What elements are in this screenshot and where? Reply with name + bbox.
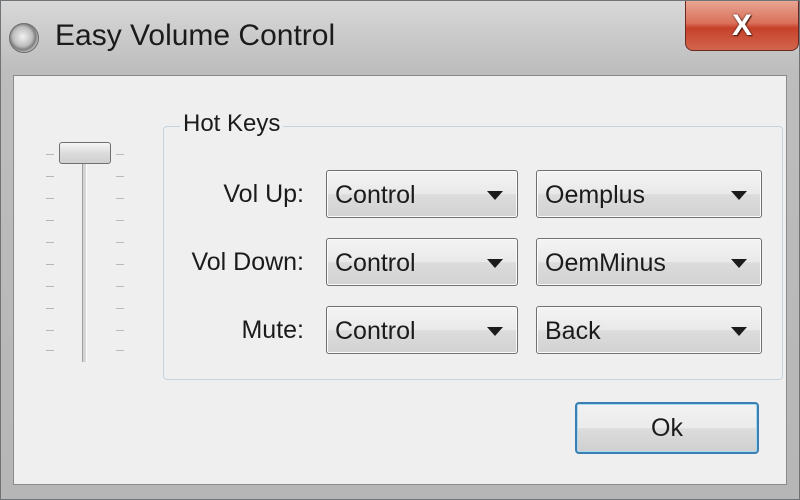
mute-key-value: Back — [545, 317, 601, 345]
vol-up-modifier-value: Control — [335, 181, 416, 209]
slider-tick — [46, 220, 54, 221]
app-window: Easy Volume Control X Hot Keys Vol Up: C… — [0, 0, 800, 500]
dropdown-arrow-icon — [731, 259, 747, 268]
close-icon: X — [731, 8, 752, 42]
slider-tick — [116, 308, 124, 309]
slider-tick — [46, 264, 54, 265]
dropdown-arrow-icon — [487, 327, 503, 336]
vol-up-key-value: Oemplus — [545, 181, 646, 209]
dropdown-arrow-icon — [487, 259, 503, 268]
mute-label: Mute: — [241, 316, 304, 344]
slider-tick — [46, 176, 54, 177]
hot-keys-group-label: Hot Keys — [180, 110, 284, 138]
slider-tick — [116, 286, 124, 287]
slider-tick — [46, 286, 54, 287]
mute-modifier-select[interactable]: Control — [326, 306, 518, 354]
vol-down-label: Vol Down: — [191, 248, 304, 276]
slider-tick — [46, 242, 54, 243]
slider-tick — [46, 308, 54, 309]
vol-up-modifier-select[interactable]: Control — [326, 170, 518, 218]
slider-tick — [116, 350, 124, 351]
slider-thumb[interactable] — [59, 142, 111, 164]
close-button[interactable]: X — [685, 1, 799, 51]
slider-tick — [116, 176, 124, 177]
window-title: Easy Volume Control — [55, 19, 336, 52]
slider-tick — [46, 330, 54, 331]
dialog-body: Hot Keys Vol Up: Control Oemplus Vol Dow… — [13, 75, 787, 485]
vol-down-modifier-value: Control — [335, 249, 416, 277]
slider-tick — [46, 350, 54, 351]
title-bar[interactable]: Easy Volume Control X — [1, 1, 799, 75]
vol-down-modifier-select[interactable]: Control — [326, 238, 518, 286]
slider-tick — [46, 154, 54, 155]
speaker-app-icon — [9, 23, 39, 53]
vol-down-key-select[interactable]: OemMinus — [536, 238, 762, 286]
dropdown-arrow-icon — [487, 191, 503, 200]
mute-key-select[interactable]: Back — [536, 306, 762, 354]
slider-tick — [116, 242, 124, 243]
slider-tick — [46, 198, 54, 199]
vol-down-key-value: OemMinus — [545, 249, 666, 277]
vol-up-label: Vol Up: — [223, 180, 304, 208]
slider-track[interactable] — [82, 144, 87, 362]
dropdown-arrow-icon — [731, 327, 747, 336]
ok-button[interactable]: Ok — [575, 402, 759, 454]
slider-tick — [116, 220, 124, 221]
mute-modifier-value: Control — [335, 317, 416, 345]
vol-up-key-select[interactable]: Oemplus — [536, 170, 762, 218]
slider-tick — [116, 154, 124, 155]
dropdown-arrow-icon — [731, 191, 747, 200]
